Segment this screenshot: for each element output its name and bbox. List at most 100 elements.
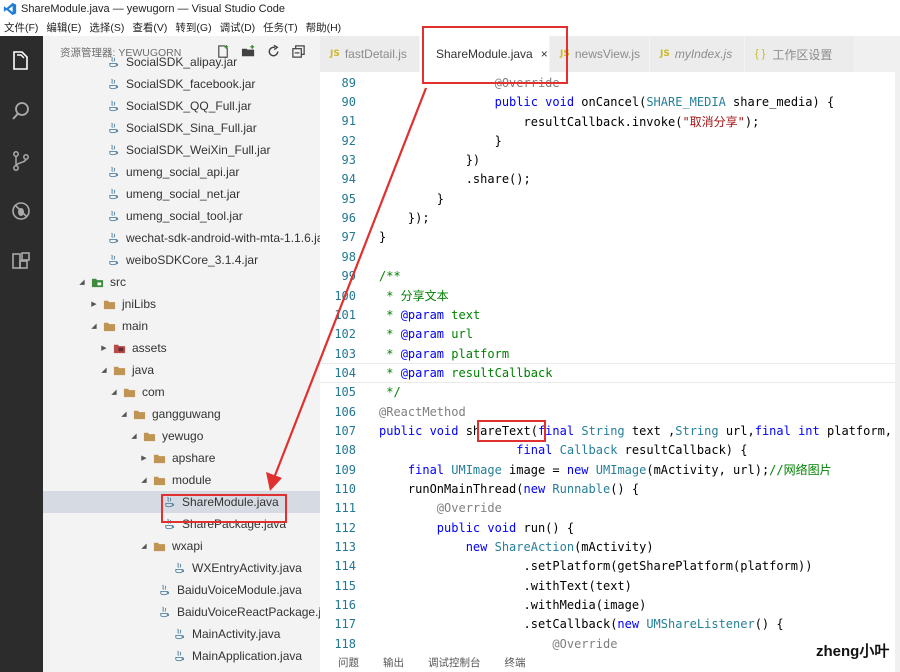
line-number: 110	[334, 482, 356, 497]
chevron-down-icon[interactable]: ◢	[89, 322, 99, 330]
tab-newsview-js[interactable]: JS newsView.js	[550, 36, 650, 72]
menu-item[interactable]: 任务(T)	[259, 20, 301, 35]
panel-tab[interactable]: 输出	[383, 655, 404, 670]
tree-item[interactable]: weiboSDKCore_3.1.4.jar	[43, 249, 320, 271]
tree-item[interactable]: umeng_social_net.jar	[43, 183, 320, 205]
explorer-icon[interactable]	[9, 49, 33, 73]
tree-item[interactable]: ◢ com	[43, 381, 320, 403]
code-line: 109 final UMImage image = new UMImage(mA…	[320, 460, 895, 479]
source-control-icon[interactable]	[9, 149, 33, 173]
tree-item[interactable]: ◢ module	[43, 469, 320, 491]
chevron-down-icon[interactable]: ◢	[119, 410, 129, 418]
java-file-icon	[165, 518, 175, 529]
chevron-down-icon[interactable]: ◢	[77, 278, 87, 286]
code-token: SHARE_MEDIA	[646, 95, 726, 110]
tree-item[interactable]: SocialSDK_QQ_Full.jar	[43, 95, 320, 117]
code-token: final int	[754, 423, 820, 438]
code-token: url,	[718, 423, 755, 438]
code-token: }	[379, 230, 387, 245]
tree-item[interactable]: SocialSDK_facebook.jar	[43, 73, 320, 95]
tree-item[interactable]: MainApplication.java	[43, 645, 320, 667]
code-line: 91 resultCallback.invoke("取消分享");	[320, 112, 895, 131]
panel-tab[interactable]: 问题	[338, 655, 359, 670]
title-bar: ShareModule.java — yewugorn — Visual Stu…	[0, 0, 900, 18]
java-file-icon	[109, 122, 119, 133]
chevron-right-icon[interactable]: ▶	[99, 344, 109, 352]
tree-item[interactable]: WXEntryActivity.java	[43, 557, 320, 579]
tree-item[interactable]: ◢ java	[43, 359, 320, 381]
code-line: 117 .setCallback(new UMShareListener() {	[320, 615, 895, 634]
code-text: })	[379, 153, 480, 167]
tree-item[interactable]: BaiduVoiceReactPackage.java	[43, 601, 320, 623]
tree-item[interactable]: umeng_social_api.jar	[43, 161, 320, 183]
code-text: });	[379, 211, 430, 225]
tab-[interactable]: { } 工作区设置	[745, 36, 855, 72]
tree-item-label: apshare	[172, 451, 216, 465]
code-token: UMShareListener	[646, 617, 755, 632]
tree-item[interactable]: MainActivity.java	[43, 623, 320, 645]
code-line: 100 * 分享文本	[320, 286, 895, 305]
tree-item[interactable]: BaiduVoiceModule.java	[43, 579, 320, 601]
panel-tab[interactable]: 调试控制台	[428, 655, 481, 670]
tree-item[interactable]: SocialSDK_alipay.jar	[43, 51, 320, 73]
menu-item[interactable]: 调试(D)	[216, 20, 260, 35]
code-token: .setPlatform(getSharePlatform(platform))	[379, 559, 813, 574]
tree-item[interactable]: umeng_social_tool.jar	[43, 205, 320, 227]
line-number: 108	[334, 443, 356, 458]
menu-item[interactable]: 查看(V)	[128, 20, 171, 35]
tree-item[interactable]: ◢ main	[43, 315, 320, 337]
code-token: .withMedia(image)	[379, 598, 647, 613]
close-icon[interactable]: ×	[541, 47, 548, 61]
vertical-scrollbar[interactable]	[895, 36, 900, 672]
folder-icon	[103, 322, 116, 331]
menu-item[interactable]: 编辑(E)	[42, 20, 85, 35]
code-token: shareText(	[465, 423, 538, 438]
tab-label: fastDetail.js	[344, 47, 407, 61]
chevron-down-icon[interactable]: ◢	[99, 366, 109, 374]
tree-item-label: SocialSDK_facebook.jar	[126, 77, 256, 91]
panel-tab[interactable]: 终端	[505, 655, 526, 670]
chevron-down-icon[interactable]: ◢	[139, 476, 149, 484]
explorer-sidebar: 资源管理器: YEWUGORN SocialSDK_alipay.jar Soci…	[43, 36, 320, 672]
code-token: share_media) {	[725, 95, 835, 110]
code-text: @Override	[379, 76, 560, 90]
line-number: 105	[334, 385, 356, 400]
tree-item[interactable]: ▶ apshare	[43, 447, 320, 469]
chevron-down-icon[interactable]: ◢	[109, 388, 119, 396]
tree-item[interactable]: SocialSDK_WeiXin_Full.jar	[43, 139, 320, 161]
menu-item[interactable]: 转到(G)	[171, 20, 215, 35]
extensions-icon[interactable]	[9, 249, 33, 273]
tree-item-label: SocialSDK_alipay.jar	[126, 55, 238, 69]
tree-item[interactable]: ShareModule.java	[43, 491, 320, 513]
menu-item[interactable]: 选择(S)	[85, 20, 128, 35]
tree-item[interactable]: ▶ assets	[43, 337, 320, 359]
tree-item[interactable]: ◢ wxapi	[43, 535, 320, 557]
tab-myindex-js[interactable]: JS myIndex.js	[650, 36, 745, 72]
tree-item[interactable]: ◢ yewugo	[43, 425, 320, 447]
menu-item[interactable]: 文件(F)	[0, 20, 42, 35]
tree-item[interactable]: ▶ jniLibs	[43, 293, 320, 315]
code-token: new	[523, 482, 553, 497]
chevron-down-icon[interactable]: ◢	[139, 542, 149, 550]
java-file-icon	[160, 584, 170, 595]
tab-fastdetail-js[interactable]: JS fastDetail.js	[320, 36, 420, 72]
search-icon[interactable]	[9, 99, 33, 123]
tree-item-label: jniLibs	[122, 297, 157, 311]
chevron-down-icon[interactable]: ◢	[129, 432, 139, 440]
tab-sharemodule-java[interactable]: ShareModule.java ×	[420, 36, 550, 72]
code-token: run() {	[523, 520, 575, 535]
tree-item[interactable]: ◢ gangguwang	[43, 403, 320, 425]
code-view[interactable]: 89 @Override 90 public void onCancel(SHAR…	[320, 72, 895, 652]
code-token: UMImage	[451, 463, 502, 478]
assets-folder-icon	[113, 344, 126, 353]
window-title: ShareModule.java — yewugorn — Visual Stu…	[21, 3, 285, 15]
code-token: (mActivity, url);	[646, 463, 770, 478]
tree-item[interactable]: SocialSDK_Sina_Full.jar	[43, 117, 320, 139]
tree-item[interactable]: ◢ src	[43, 271, 320, 293]
debug-icon[interactable]	[9, 199, 33, 223]
menu-item[interactable]: 帮助(H)	[302, 20, 346, 35]
tree-item[interactable]: SharePackage.java	[43, 513, 320, 535]
tree-item[interactable]: wechat-sdk-android-with-mta-1.1.6.jar	[43, 227, 320, 249]
chevron-right-icon[interactable]: ▶	[139, 454, 149, 462]
chevron-right-icon[interactable]: ▶	[89, 300, 99, 308]
